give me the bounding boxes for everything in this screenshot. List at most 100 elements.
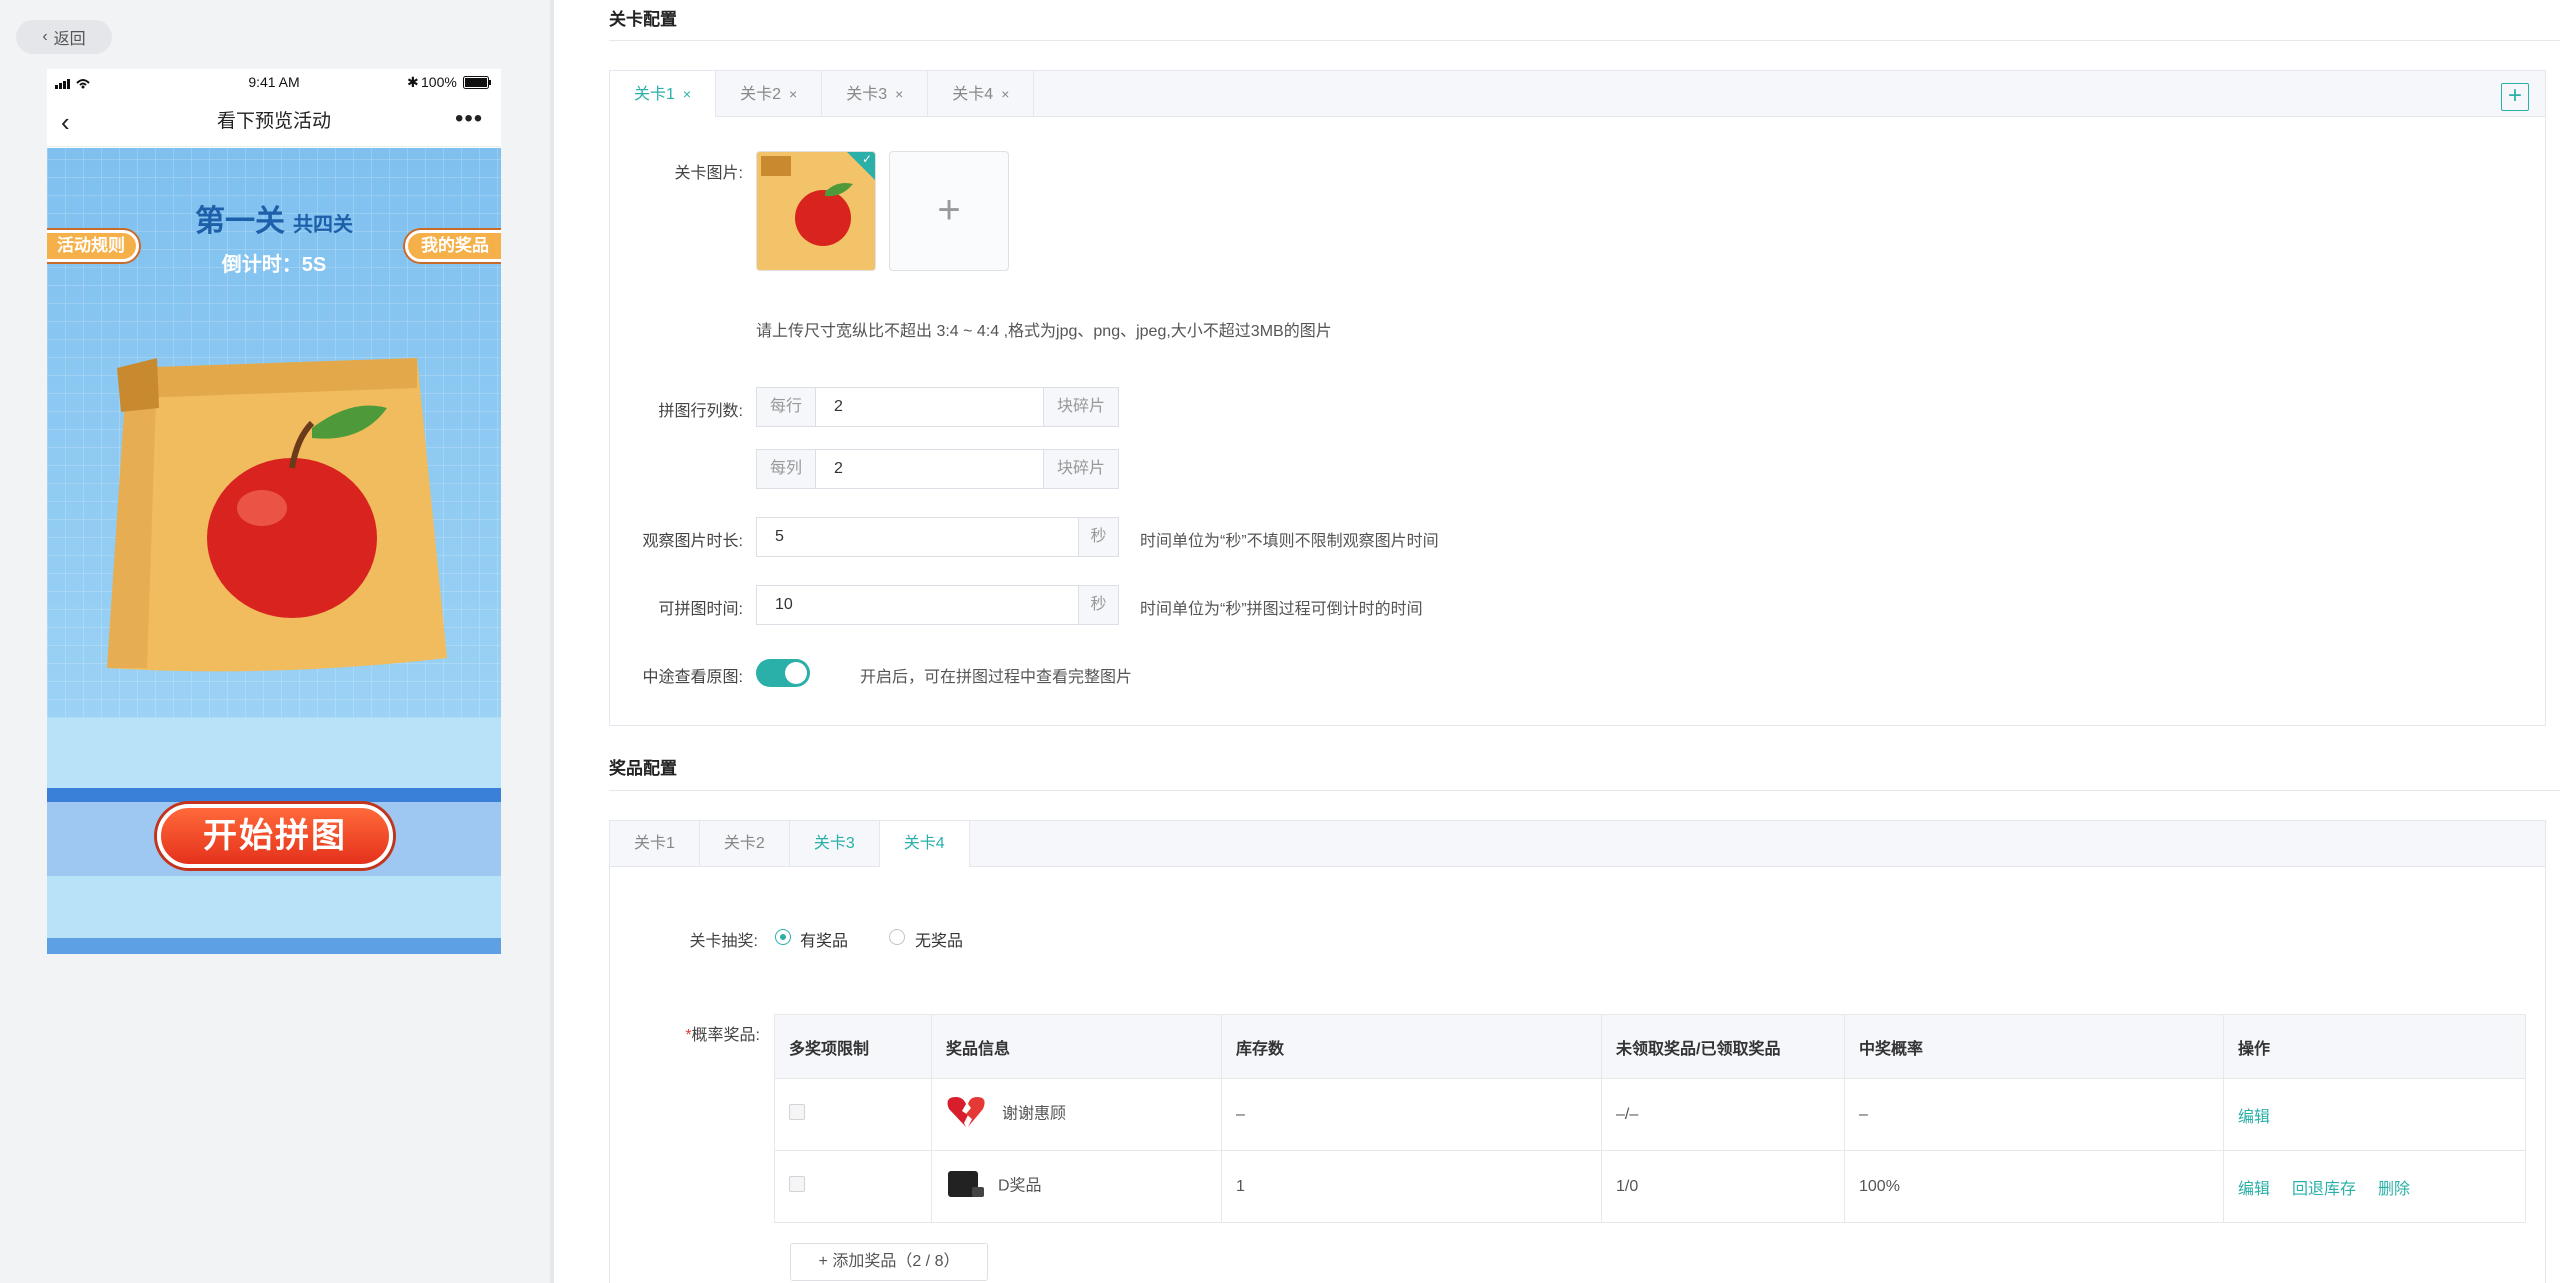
tab-label: 关卡1 [634,86,675,103]
row-count-input[interactable]: 2 [815,387,1044,427]
limit-cell [774,1078,932,1151]
start-puzzle-button[interactable]: 开始拼图 [157,804,393,868]
tab-level-2[interactable]: 关卡2 × [716,71,823,117]
observe-time-input[interactable]: 5 [756,517,1079,557]
col-header: 奖品信息 [931,1014,1222,1079]
peek-hint: 开启后，可在拼图过程中查看完整图片 [860,669,1133,686]
puzzle-time-input[interactable]: 10 [756,585,1079,625]
plus-icon: + [937,188,961,232]
col-header: 中奖概率 [1844,1014,2224,1079]
claimed-cell: 1/0 [1601,1150,1845,1223]
probability-cell: – [1844,1078,2224,1151]
actions-cell: 编辑 [2223,1078,2526,1151]
close-icon[interactable]: × [789,86,797,102]
tab-level-1[interactable]: 关卡1 × [610,71,717,117]
table-row: 谢谢惠顾 – –/– – 编辑 [774,1078,2526,1151]
back-button[interactable]: ‹ 返回 [16,20,112,54]
tab-level-3[interactable]: 关卡3 × [822,71,929,117]
radio-no-prize[interactable] [889,929,905,945]
claimed-cell: –/– [1601,1078,1845,1151]
observe-label: 观察图片时长: [642,533,743,550]
phone-preview: 9:41 AM ✱ 100% ‹ 看下预览活动 ••• 第一关 共四关 倒计时：5… [47,69,501,954]
peek-toggle[interactable] [756,659,810,687]
phone-navbar: ‹ 看下预览活动 ••• [47,97,501,147]
restock-link[interactable]: 回退库存 [2292,1181,2356,1198]
observe-hint: 时间单位为“秒”不填则不限制观察图片时间 [1140,533,1439,550]
limit-checkbox[interactable] [789,1176,805,1192]
game-area: 第一关 共四关 倒计时：5S 活动规则 我的奖品 开始拼图 [47,148,501,954]
preview-panel: ‹ 返回 9:41 AM ✱ 100% ‹ 看下预览活动 ••• 第一关共四关 [0,0,550,1283]
status-bar: 9:41 AM ✱ 100% [47,69,501,97]
gutter [554,0,578,1283]
image-label: 关卡图片: [674,165,743,182]
rules-button[interactable]: 活动规则 [47,230,139,262]
col-suffix: 块碎片 [1043,449,1119,489]
back-label: 返回 [53,31,86,48]
close-icon[interactable]: × [895,86,903,102]
prize-info-cell: 谢谢惠顾 [931,1078,1222,1151]
stock-cell: 1 [1221,1150,1602,1223]
tab-level-4[interactable]: 关卡4 × [928,71,1035,117]
grid-label: 拼图行列数: [658,403,743,420]
has-prize-label[interactable]: 有奖品 [800,927,848,951]
prize-info-cell: D奖品 [931,1150,1222,1223]
prize-config-card: 关卡1 关卡2 关卡3 关卡4 关卡抽奖: 有奖品 无奖品 *概率奖品: 多奖项… [609,820,2546,1283]
config-main: 关卡配置 关卡1 × 关卡2 × 关卡3 × 关卡4 × + 关卡图片: ✓ + 请上传… [578,0,2560,1283]
plus-icon: + [818,1253,833,1270]
radio-has-prize[interactable] [775,929,791,945]
delete-link[interactable]: 删除 [2378,1181,2410,1198]
prize-tab-level-1[interactable]: 关卡1 [610,821,700,867]
tab-label: 关卡2 [740,86,781,103]
col-header: 未领取奖品/已领取奖品 [1601,1014,1845,1079]
level-name: 第一关 [195,205,285,238]
tab-label: 关卡3 [846,86,888,103]
col-count-input[interactable]: 2 [815,449,1044,489]
bluetooth-icon: ✱ [407,74,419,90]
limit-checkbox[interactable] [789,1104,805,1120]
add-tab-icon[interactable]: + [2501,83,2529,111]
prize-name: 谢谢惠顾 [1002,1105,1067,1123]
col-header: 多奖项限制 [774,1014,932,1079]
broken-heart-icon [946,1095,986,1134]
prize-tabbar: 关卡1 关卡2 关卡3 关卡4 [610,821,2545,867]
console-icon [946,1167,986,1206]
uploaded-image-thumb[interactable]: ✓ [756,151,876,271]
prize-tab-level-4[interactable]: 关卡4 [879,821,970,867]
prize-config-title: 奖品配置 [609,759,677,778]
prize-tab-level-3[interactable]: 关卡3 [790,821,880,867]
level-config-title: 关卡配置 [609,10,677,29]
table-header-row: 多奖项限制 奖品信息 库存数 未领取奖品/已领取奖品 中奖概率 操作 [774,1014,2526,1079]
peek-label: 中途查看原图: [642,669,743,686]
more-icon[interactable]: ••• [455,105,483,133]
add-prize-label: 添加奖品（2 / 8） [832,1253,960,1270]
prize-tab-level-2[interactable]: 关卡2 [700,821,790,867]
section-divider [609,40,2560,41]
section-divider [609,790,2560,791]
col-header: 操作 [2223,1014,2526,1079]
level-total: 共四关 [293,214,353,236]
limit-cell [774,1150,932,1223]
prob-prize-label-text: 概率奖品: [691,1027,760,1044]
upload-image-button[interactable]: + [889,151,1009,271]
edit-link[interactable]: 编辑 [2238,1181,2270,1198]
puzzle-image [107,358,447,672]
level-config-card: 关卡1 × 关卡2 × 关卡3 × 关卡4 × + 关卡图片: ✓ + 请上传尺寸宽纵比… [609,70,2546,726]
close-icon[interactable]: × [683,86,691,102]
close-icon[interactable]: × [1001,86,1009,102]
observe-unit: 秒 [1078,517,1119,557]
my-prizes-button[interactable]: 我的奖品 [405,230,501,262]
row-suffix: 块碎片 [1043,387,1119,427]
edit-link[interactable]: 编辑 [2238,1109,2270,1126]
prob-prize-label: *概率奖品: [610,1021,760,1045]
battery-percent: 100% [421,74,457,90]
toggle-knob [785,662,807,684]
bottom-strip [47,938,501,954]
add-prize-button[interactable]: + 添加奖品（2 / 8） [790,1243,988,1281]
puzzle-time-label: 可拼图时间: [658,601,743,618]
level-tabbar: 关卡1 × 关卡2 × 关卡3 × 关卡4 × [610,71,2545,117]
no-prize-label[interactable]: 无奖品 [915,927,963,951]
col-prefix: 每列 [756,449,816,489]
battery-icon [463,76,491,89]
tab-label: 关卡4 [952,86,994,103]
row-prefix: 每行 [756,387,816,427]
